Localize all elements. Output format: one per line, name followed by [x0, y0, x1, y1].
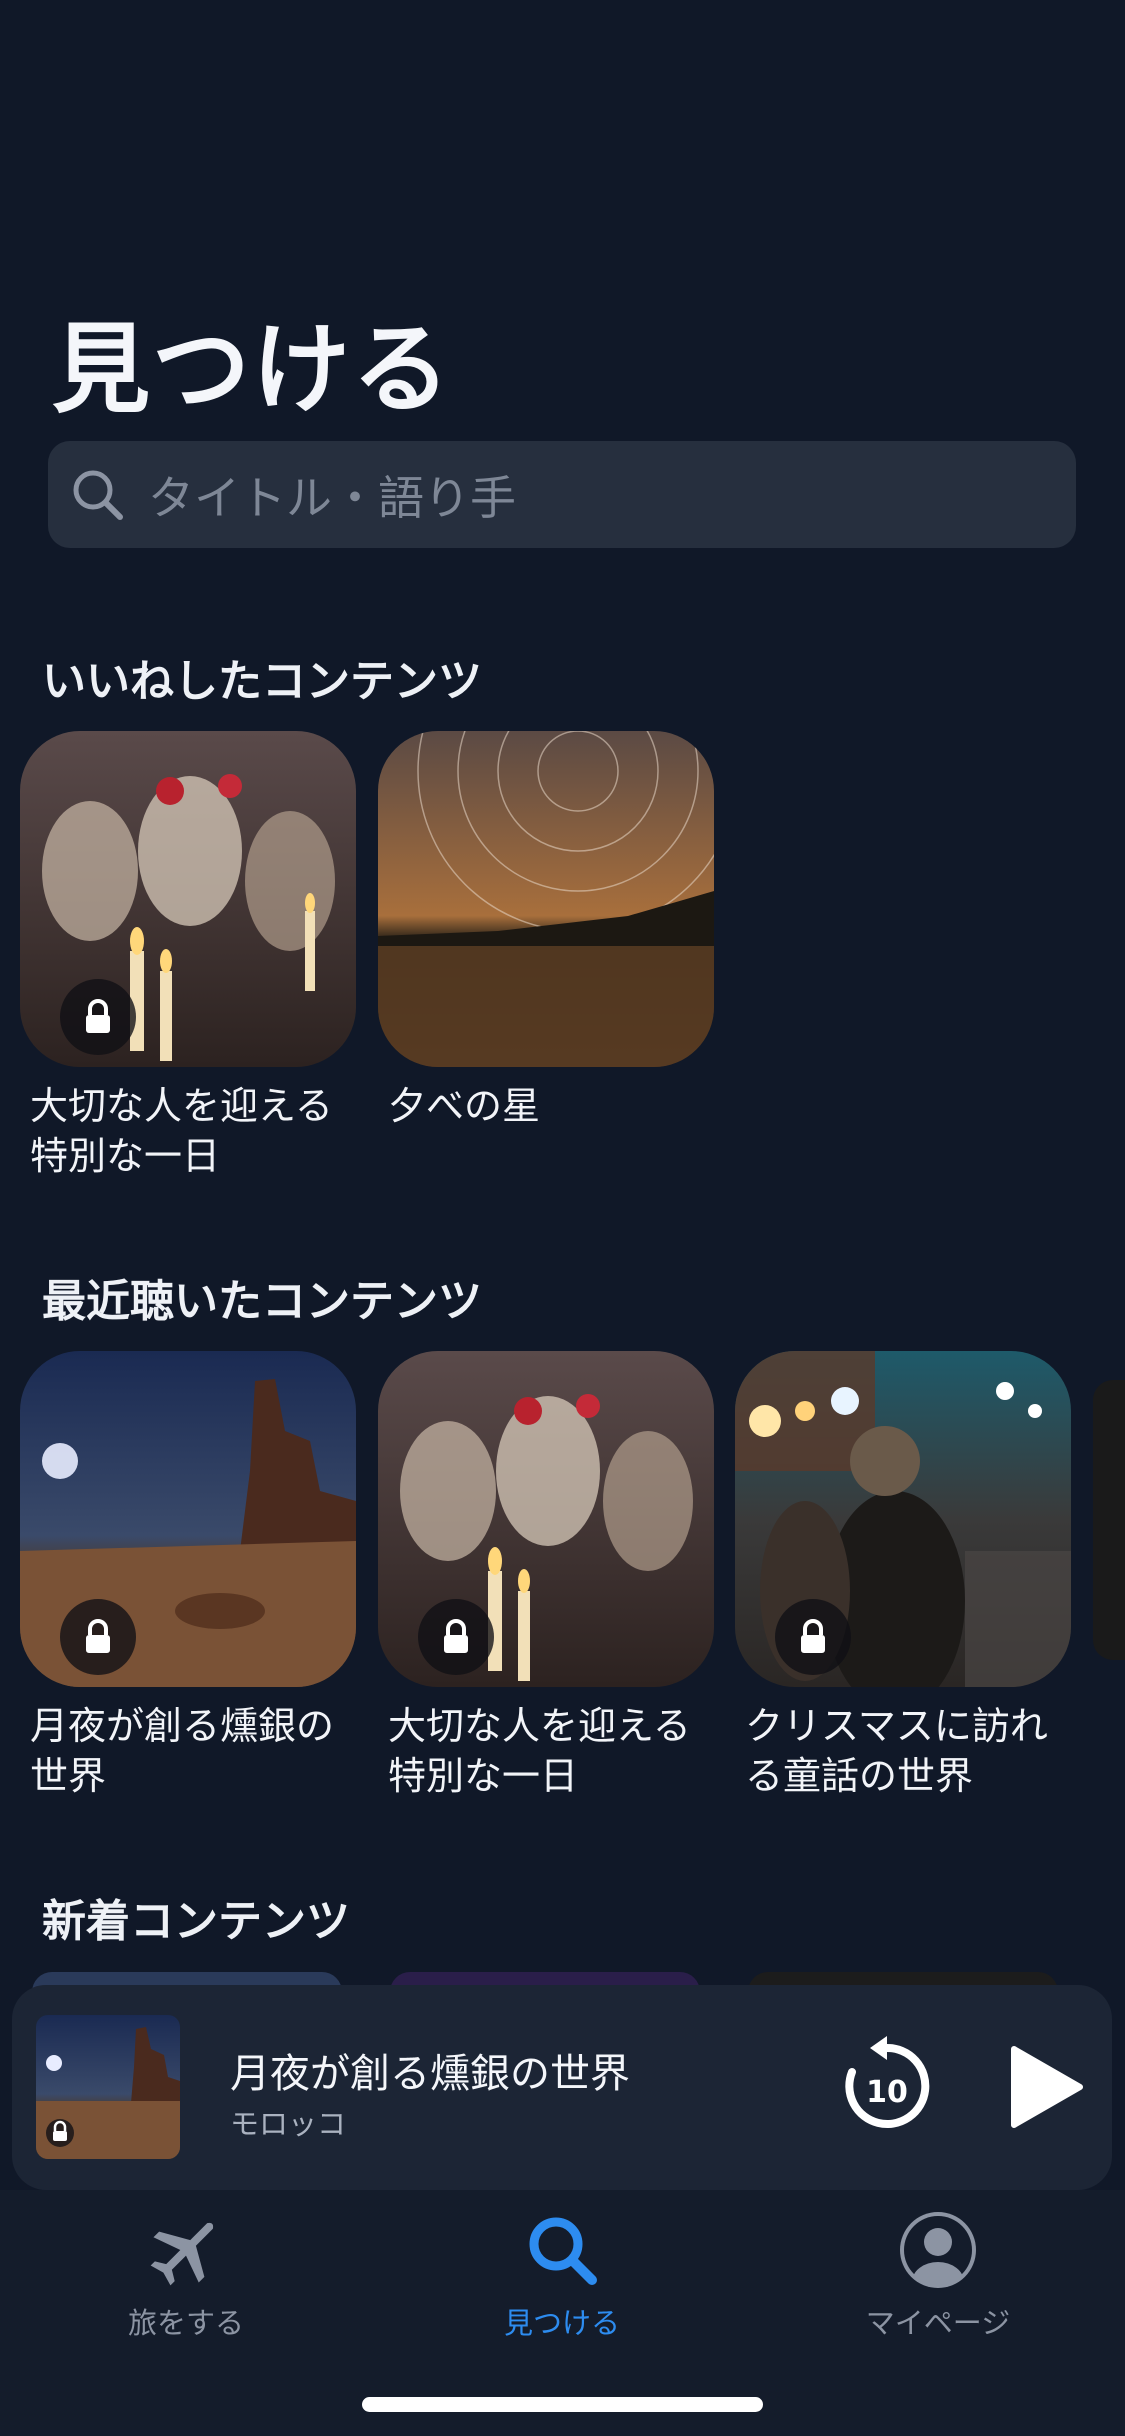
mini-player-subtitle: モロッコ — [230, 2107, 347, 2141]
lock-icon — [775, 1599, 851, 1675]
search-icon — [529, 2217, 597, 2285]
play-button[interactable] — [992, 2037, 1092, 2137]
airplane-icon — [150, 2222, 214, 2286]
play-icon — [1011, 2046, 1083, 2128]
rewind-10-button[interactable]: 10 — [832, 2030, 942, 2140]
search-placeholder: タイトル・語り手 — [148, 470, 516, 525]
lock-icon — [60, 1599, 136, 1675]
content-card-title: 夕べの星 — [388, 1084, 541, 1128]
content-card-title: 大切な人を迎える特別な一日 — [30, 1084, 333, 1178]
content-card-title: 月夜が創る燻銀の世界 — [30, 1704, 335, 1798]
home-indicator — [362, 2397, 763, 2412]
tab-mypage[interactable]: マイページ — [788, 2210, 1088, 2342]
section-title-liked: いいねしたコンテンツ — [42, 656, 482, 707]
content-thumbnail — [378, 731, 714, 1067]
content-card-title: 大切な人を迎える特別な一日 — [388, 1704, 691, 1798]
mini-player-title: 月夜が創る燻銀の世界 — [230, 2051, 630, 2097]
lock-icon — [418, 1599, 494, 1675]
tab-label: 旅をする — [127, 2306, 244, 2340]
section-title-new: 新着コンテンツ — [42, 1896, 350, 1947]
tab-label: マイページ — [865, 2306, 1011, 2340]
rewind-label: 10 — [866, 2075, 908, 2110]
content-card-peek[interactable] — [1093, 1380, 1125, 1660]
search-icon — [73, 470, 123, 520]
mini-player-thumbnail — [36, 2015, 180, 2159]
tab-travel[interactable]: 旅をする — [36, 2210, 336, 2342]
mini-player[interactable]: 月夜が創る燻銀の世界 モロッコ 10 — [12, 1985, 1112, 2190]
rewind-icon: 10 — [845, 2036, 930, 2128]
profile-icon — [900, 2212, 976, 2288]
search-input[interactable]: タイトル・語り手 — [48, 441, 1076, 548]
content-card-title: クリスマスに訪れる童話の世界 — [745, 1704, 1048, 1798]
page-title: 見つける — [52, 313, 453, 427]
lock-icon — [60, 979, 136, 1055]
section-title-recent: 最近聴いたコンテンツ — [42, 1276, 482, 1327]
tab-discover[interactable]: 見つける — [412, 2210, 712, 2342]
tab-label: 見つける — [503, 2306, 620, 2340]
